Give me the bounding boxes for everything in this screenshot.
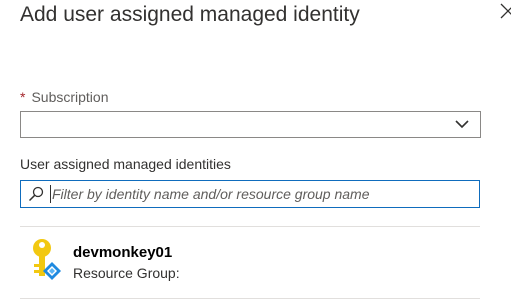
identities-label: User assigned managed identities — [20, 156, 231, 172]
list-item[interactable]: devmonkey01 Resource Group: — [20, 227, 480, 297]
blade-title: Add user assigned managed identity — [20, 3, 360, 26]
identity-name: devmonkey01 — [73, 244, 173, 261]
resource-group-label: Resource Group: — [73, 265, 180, 281]
managed-identity-key-icon — [33, 239, 61, 280]
close-icon[interactable] — [498, 0, 511, 22]
subscription-label: * Subscription — [20, 89, 109, 105]
subscription-dropdown[interactable] — [20, 111, 481, 138]
required-indicator: * — [20, 89, 26, 105]
search-input[interactable] — [52, 183, 472, 205]
identity-search-box[interactable] — [20, 180, 480, 208]
search-icon — [28, 186, 44, 202]
subscription-label-text: Subscription — [31, 89, 109, 105]
chevron-down-icon — [455, 120, 469, 129]
list-divider-bottom — [20, 298, 480, 299]
text-cursor — [50, 185, 51, 203]
